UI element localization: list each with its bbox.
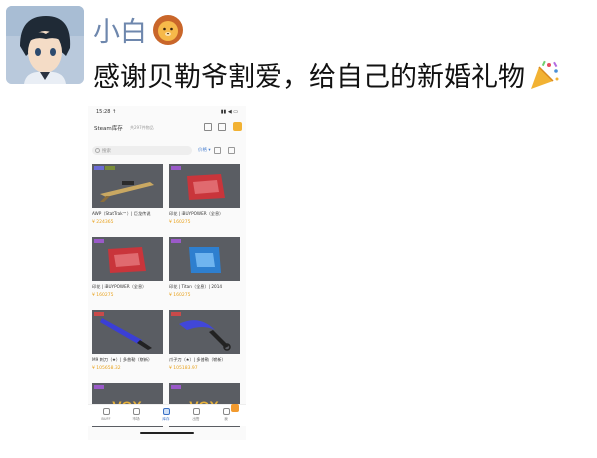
item-card[interactable]: AWP（StatTrak™）| 巨龙传说 ¥ 224365	[92, 164, 163, 234]
item-name: 印花 | iBUYPOWER（全息）	[169, 211, 224, 216]
post-text: 感谢贝勒爷割爱，给自己的新婚礼物	[93, 55, 561, 94]
tab-label: 我	[224, 417, 228, 421]
nav-subtitle: 共297件物品	[130, 125, 154, 130]
item-thumbnail	[169, 237, 240, 281]
search-icon	[95, 148, 100, 153]
status-icons: ▮▮ ◀ ▭	[220, 109, 238, 115]
home-icon	[102, 408, 110, 415]
item-card[interactable]: M9 刺刀（★）| 多普勒（崭新） ¥ 105658.32	[92, 310, 163, 380]
tab-label: BUFF	[101, 417, 111, 421]
sell-icon	[192, 408, 200, 415]
item-price: ¥ 105658.32	[92, 366, 121, 371]
search-placeholder: 搜索	[102, 148, 111, 154]
item-thumbnail	[169, 164, 240, 208]
grid-icon[interactable]	[218, 123, 226, 131]
item-thumbnail	[92, 310, 163, 354]
search-input[interactable]: 搜索	[92, 146, 192, 155]
status-bar: 15:28 ↑ ▮▮ ◀ ▭	[88, 106, 246, 118]
status-time: 15:28 ↑	[96, 109, 117, 115]
home-indicator	[140, 432, 194, 434]
item-name: 印花 | iBUYPOWER（全息）	[92, 284, 147, 289]
item-name: 印花 | Titan（全息）| 2014	[169, 284, 223, 289]
item-card[interactable]: 印花 | iBUYPOWER（全息） ¥ 160275	[92, 237, 163, 307]
item-price: ¥ 160275	[169, 220, 191, 225]
sort-dropdown[interactable]: 价格 ▾	[198, 147, 211, 153]
market-icon	[132, 408, 140, 415]
tab-inventory[interactable]: 库存	[156, 408, 176, 422]
app-navbar: Steam库存 共297件物品	[88, 120, 246, 136]
item-card[interactable]: 印花 | iBUYPOWER（全息） ¥ 160275	[169, 164, 240, 234]
item-thumbnail	[92, 237, 163, 281]
filter-icon[interactable]	[228, 147, 235, 154]
item-price: ¥ 160275	[92, 293, 114, 298]
badge-icon[interactable]	[233, 122, 242, 131]
item-price: ¥ 224365	[92, 220, 114, 225]
item-card[interactable]: 爪子刀（★）| 多普勒（崭新） ¥ 105183.97	[169, 310, 240, 380]
item-name: 爪子刀（★）| 多普勒（崭新）	[169, 357, 226, 362]
item-thumbnail	[169, 310, 240, 354]
post-text-content: 感谢贝勒爷割爱，给自己的新婚礼物	[93, 62, 525, 93]
copy-icon[interactable]	[214, 147, 221, 154]
party-popper-icon	[531, 60, 559, 89]
item-card[interactable]: 印花 | Titan（全息）| 2014 ¥ 160275	[169, 237, 240, 307]
floating-badge-icon[interactable]	[231, 404, 239, 412]
item-price: ¥ 105183.97	[169, 366, 198, 371]
bottom-tab-bar: BUFF 市场 库存 出售 我	[88, 404, 246, 426]
nav-title: Steam库存	[94, 126, 123, 132]
sort-icon[interactable]	[204, 123, 212, 131]
embedded-screenshot[interactable]: 15:28 ↑ ▮▮ ◀ ▭ Steam库存 共297件物品 搜索 价格 ▾ A…	[88, 106, 246, 440]
item-price: ¥ 160275	[169, 293, 191, 298]
tab-buff[interactable]: BUFF	[96, 408, 116, 421]
tab-label: 出售	[192, 417, 200, 421]
user-icon	[222, 408, 230, 415]
item-name: M9 刺刀（★）| 多普勒（崭新）	[92, 357, 153, 362]
username-text[interactable]: 小白	[93, 10, 147, 49]
lion-emoji-icon	[153, 14, 183, 45]
item-thumbnail	[92, 164, 163, 208]
tab-sell[interactable]: 出售	[186, 408, 206, 422]
tab-label: 市场	[132, 417, 140, 421]
inventory-icon	[162, 408, 170, 415]
tab-label: 库存	[162, 417, 170, 421]
username[interactable]: 小白	[93, 10, 185, 49]
avatar[interactable]	[6, 6, 84, 84]
tab-market[interactable]: 市场	[126, 408, 146, 422]
item-name: AWP（StatTrak™）| 巨龙传说	[92, 211, 151, 216]
